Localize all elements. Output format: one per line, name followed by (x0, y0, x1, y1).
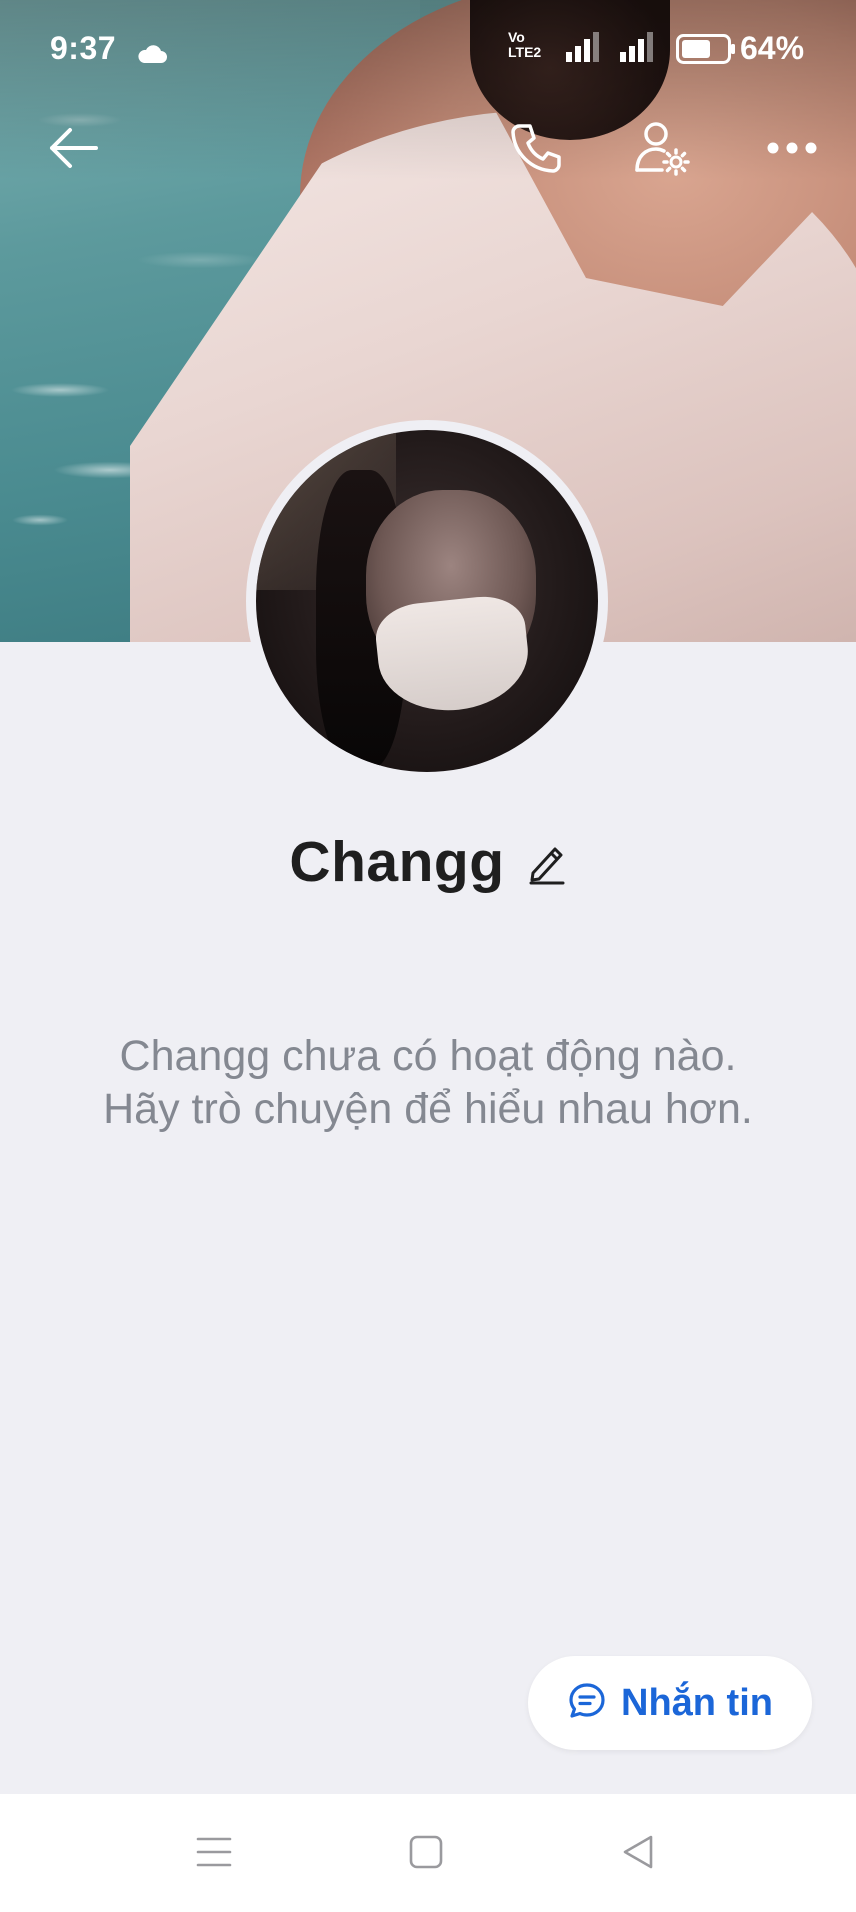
cloud-icon (136, 36, 168, 73)
chat-bubble-icon (567, 1681, 607, 1726)
menu-lines-icon (196, 1835, 232, 1874)
back-button[interactable] (34, 110, 114, 190)
more-options-button[interactable] (752, 110, 832, 190)
arrow-left-icon (48, 126, 100, 175)
profile-name-row: Changg (0, 822, 856, 902)
user-settings-icon (632, 118, 692, 183)
home-button[interactable] (396, 1824, 456, 1884)
pencil-icon[interactable] (527, 843, 567, 885)
status-time: 9:37 (50, 30, 117, 66)
more-dots-icon (767, 141, 817, 160)
avatar[interactable] (256, 430, 598, 772)
send-message-label: Nhắn tin (621, 1681, 773, 1724)
call-button[interactable] (496, 110, 576, 190)
home-square-icon (409, 1835, 443, 1874)
empty-activity-message: Changg chưa có hoạt động nào. Hãy trò ch… (103, 1032, 753, 1133)
signal-icon (566, 30, 602, 72)
system-nav-bar (0, 1794, 856, 1912)
recents-button[interactable] (184, 1824, 244, 1884)
send-message-button[interactable]: Nhắn tin (528, 1656, 812, 1750)
battery-percent: 64% (740, 30, 805, 66)
battery-icon (676, 34, 736, 72)
status-bar: 9:37 Vo LTE2 64% (0, 0, 856, 100)
signal-icon-2 (620, 30, 656, 72)
profile-screen: 9:37 Vo LTE2 64% Changg Changg chưa có h… (0, 0, 856, 1912)
back-triangle-icon (621, 1834, 655, 1875)
profile-settings-button[interactable] (622, 110, 702, 190)
network-type: Vo LTE2 (508, 30, 541, 60)
system-back-button[interactable] (608, 1824, 668, 1884)
network-label-bottom: LTE2 (508, 44, 542, 60)
profile-name: Changg (289, 830, 505, 894)
network-label-top: Vo (508, 29, 525, 45)
phone-icon (508, 120, 564, 181)
